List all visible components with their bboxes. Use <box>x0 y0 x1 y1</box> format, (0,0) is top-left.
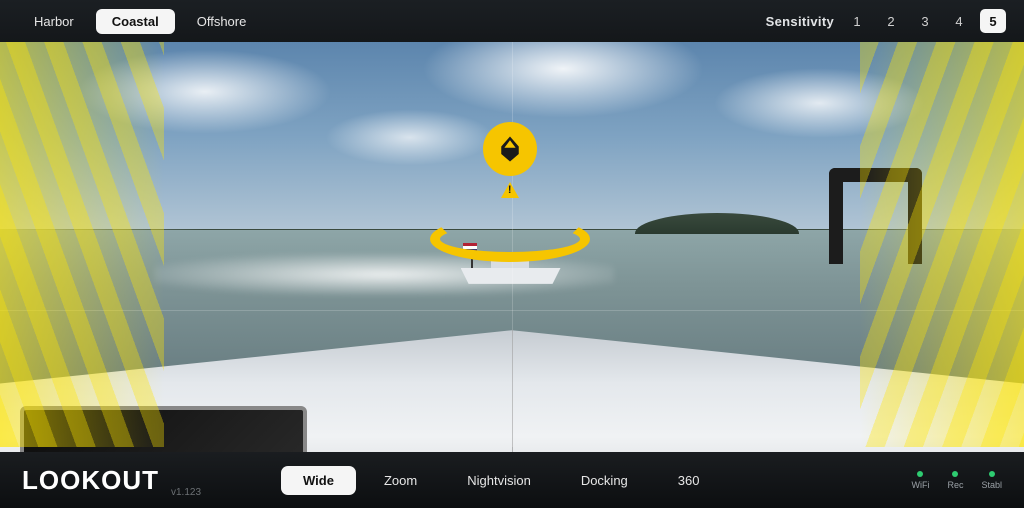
sensitivity-label: Sensitivity <box>766 14 834 29</box>
status-wifi-label: WiFi <box>911 480 929 490</box>
status-rec: Rec <box>947 471 963 490</box>
sensitivity-1[interactable]: 1 <box>844 9 870 33</box>
sensitivity-levels: 1 2 3 4 5 <box>844 9 1006 33</box>
boat-mast <box>471 250 473 270</box>
boat-flag <box>463 243 477 252</box>
status-stabl-label: Stabl <box>981 480 1002 490</box>
app-logo: LOOKOUT <box>22 465 159 496</box>
boat-hull <box>461 268 561 284</box>
view-360[interactable]: 360 <box>656 466 722 495</box>
crosshair-horizontal <box>0 310 1024 311</box>
app-version: v1.123 <box>171 487 201 508</box>
status-indicators: WiFi Rec Stabl <box>911 471 1002 490</box>
mode-harbor[interactable]: Harbor <box>18 9 90 34</box>
boat-cabin <box>491 254 529 270</box>
sensitivity-group: Sensitivity 1 2 3 4 5 <box>766 9 1006 33</box>
view-nightvision[interactable]: Nightvision <box>445 466 553 495</box>
sensitivity-2[interactable]: 2 <box>878 9 904 33</box>
camera-viewport: Harbor Coastal Offshore Sensitivity 1 2 … <box>0 0 1024 508</box>
view-wide[interactable]: Wide <box>281 466 356 495</box>
sensitivity-5[interactable]: 5 <box>980 9 1006 33</box>
status-stabl: Stabl <box>981 471 1002 490</box>
mode-coastal[interactable]: Coastal <box>96 9 175 34</box>
offshore-structure <box>829 168 921 265</box>
mode-tabs: Harbor Coastal Offshore <box>18 9 262 34</box>
detected-boat <box>451 244 571 284</box>
status-dot-icon <box>917 471 923 477</box>
sensitivity-3[interactable]: 3 <box>912 9 938 33</box>
view-docking[interactable]: Docking <box>559 466 650 495</box>
top-bar: Harbor Coastal Offshore Sensitivity 1 2 … <box>0 0 1024 42</box>
sensitivity-4[interactable]: 4 <box>946 9 972 33</box>
bottom-bar: LOOKOUT v1.123 Wide Zoom Nightvision Doc… <box>0 452 1024 508</box>
logo-text: LOOKOUT <box>22 465 159 496</box>
status-rec-label: Rec <box>947 480 963 490</box>
view-zoom[interactable]: Zoom <box>362 466 439 495</box>
crosshair-vertical <box>512 41 513 447</box>
status-dot-icon <box>989 471 995 477</box>
status-wifi: WiFi <box>911 471 929 490</box>
view-tabs: Wide Zoom Nightvision Docking 360 <box>281 466 721 495</box>
mode-offshore[interactable]: Offshore <box>181 9 263 34</box>
status-dot-icon <box>952 471 958 477</box>
